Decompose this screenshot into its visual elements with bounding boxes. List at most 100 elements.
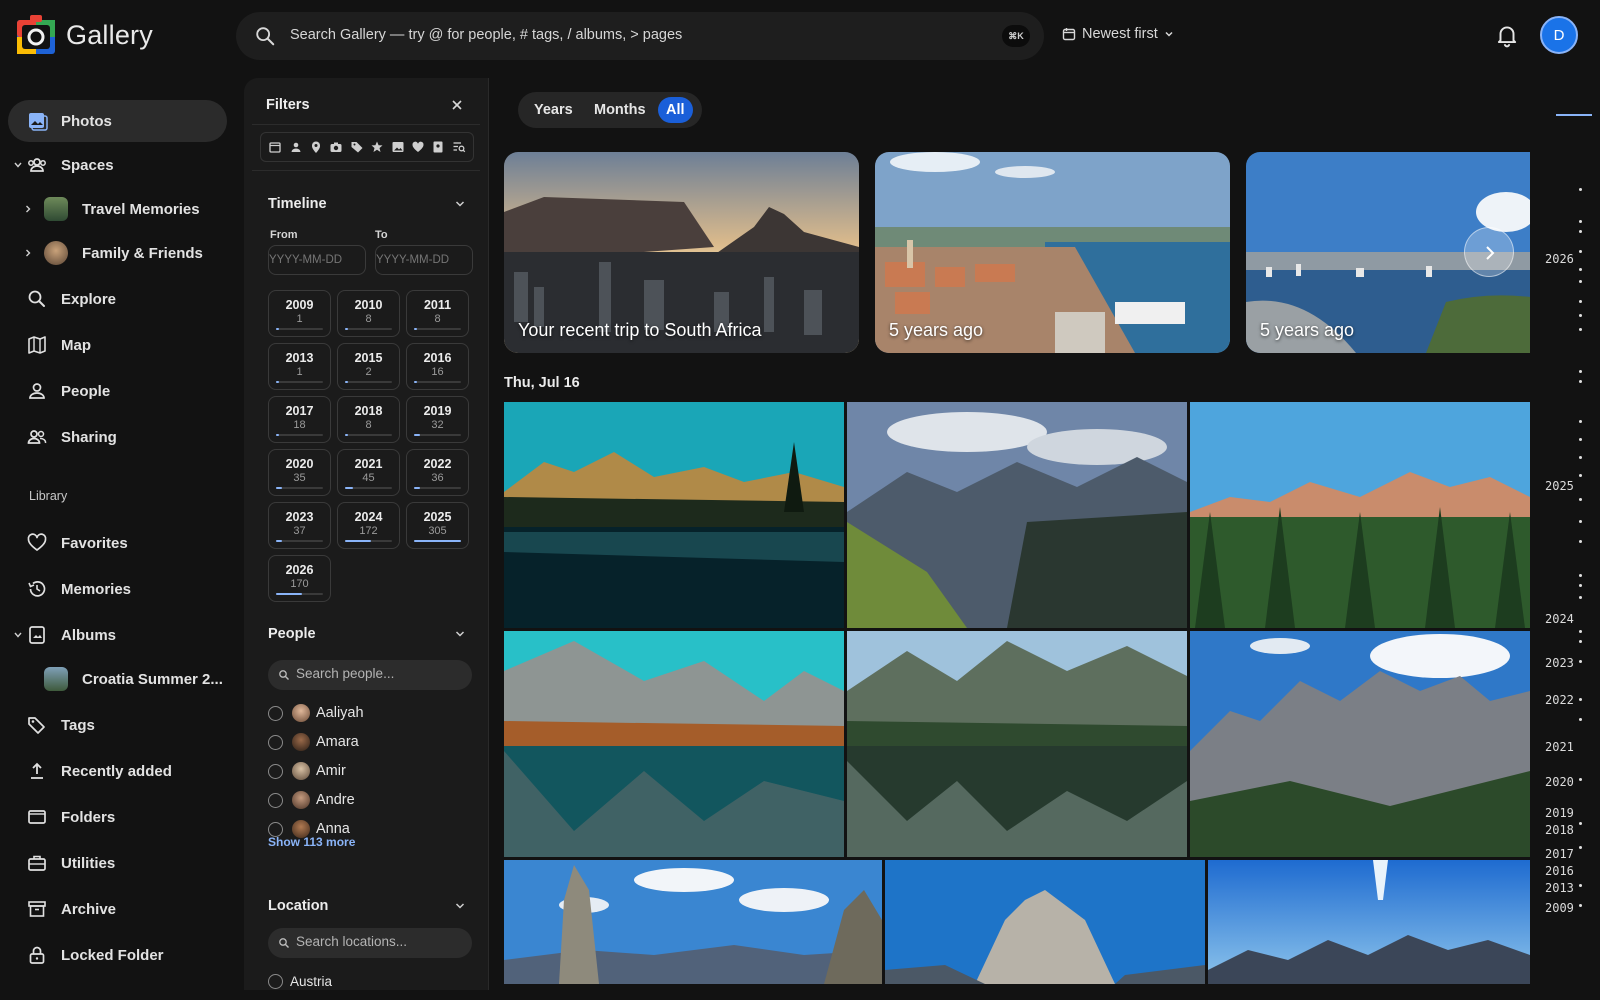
person-option-andre[interactable]: Andre <box>268 789 468 811</box>
search-placeholder[interactable]: Search Gallery — try @ for people, # tag… <box>290 27 682 43</box>
sidebar-item-map[interactable]: Map <box>8 324 227 366</box>
year-filter-2017[interactable]: 2017 18 <box>268 396 331 443</box>
people-search-input[interactable] <box>296 666 466 681</box>
people-search[interactable] <box>268 660 472 690</box>
scrubber-year-2009[interactable]: 2009 <box>1545 901 1574 915</box>
sidebar-item-croatia-album[interactable]: Croatia Summer 2... <box>8 658 227 700</box>
sidebar-item-people[interactable]: People <box>8 370 227 412</box>
sidebar-item-albums[interactable]: Albums <box>8 614 227 656</box>
scrubber-marker[interactable] <box>1579 778 1582 781</box>
scrubber-marker[interactable] <box>1579 584 1582 587</box>
scrubber-year-2021[interactable]: 2021 <box>1545 740 1574 754</box>
to-date-field[interactable] <box>375 245 473 275</box>
year-filter-2022[interactable]: 2022 36 <box>406 449 469 496</box>
chevron-down-icon[interactable] <box>454 628 466 640</box>
scrubber-year-2026[interactable]: 2026 <box>1545 252 1574 266</box>
scrubber-marker[interactable] <box>1579 640 1582 643</box>
location-section-title[interactable]: Location <box>268 898 328 914</box>
photo-thumbnail[interactable] <box>847 402 1187 628</box>
scrubber-marker[interactable] <box>1579 420 1582 423</box>
star-filter-icon[interactable] <box>370 140 384 154</box>
scrubber-year-2022[interactable]: 2022 <box>1545 693 1574 707</box>
radio-button[interactable] <box>268 706 283 721</box>
photo-thumbnail[interactable] <box>885 860 1205 984</box>
from-date-field[interactable] <box>268 245 366 275</box>
app-logo[interactable]: Gallery <box>14 12 153 58</box>
year-filter-2024[interactable]: 2024 172 <box>337 502 400 549</box>
person-option-amir[interactable]: Amir <box>268 760 468 782</box>
sidebar-item-family-friends[interactable]: Family & Friends <box>8 232 227 274</box>
year-filter-2023[interactable]: 2023 37 <box>268 502 331 549</box>
person-filter-icon[interactable] <box>289 140 303 154</box>
scrubber-year-2018[interactable]: 2018 <box>1545 823 1574 837</box>
scrubber-marker[interactable] <box>1579 884 1582 887</box>
sidebar-item-favorites[interactable]: Favorites <box>8 522 227 564</box>
year-filter-2010[interactable]: 2010 8 <box>337 290 400 337</box>
radio-button[interactable] <box>268 735 283 750</box>
sidebar-item-photos[interactable]: Photos <box>8 100 227 142</box>
year-filter-2013[interactable]: 2013 1 <box>268 343 331 390</box>
memories-next-button[interactable] <box>1464 227 1514 277</box>
scrubber-marker[interactable] <box>1579 328 1582 331</box>
photo-thumbnail[interactable] <box>504 402 844 628</box>
radio-button[interactable] <box>268 764 283 779</box>
album-filter-icon[interactable] <box>431 140 445 154</box>
scrubber-marker[interactable] <box>1579 230 1582 233</box>
photo-thumbnail[interactable] <box>1190 631 1530 857</box>
scrubber-year-2023[interactable]: 2023 <box>1545 656 1574 670</box>
year-filter-2018[interactable]: 2018 8 <box>337 396 400 443</box>
user-avatar[interactable]: D <box>1540 16 1578 54</box>
year-filter-2011[interactable]: 2011 8 <box>406 290 469 337</box>
sidebar-item-folders[interactable]: Folders <box>8 796 227 838</box>
tag-filter-icon[interactable] <box>350 140 364 154</box>
radio-button[interactable] <box>268 974 283 989</box>
chevron-down-icon[interactable] <box>454 900 466 912</box>
scrubber-year-2025[interactable]: 2025 <box>1545 479 1574 493</box>
memory-card-5-years-ago-1[interactable]: 5 years ago <box>875 152 1230 353</box>
scrubber-marker[interactable] <box>1579 314 1582 317</box>
year-filter-2015[interactable]: 2015 2 <box>337 343 400 390</box>
scrubber-marker[interactable] <box>1579 300 1582 303</box>
person-option-amara[interactable]: Amara <box>268 731 468 753</box>
sidebar-item-locked-folder[interactable]: Locked Folder <box>8 934 227 976</box>
image-filter-icon[interactable] <box>391 140 405 154</box>
scrubber-marker[interactable] <box>1579 540 1582 543</box>
scrubber-position-indicator[interactable] <box>1556 114 1592 116</box>
sidebar-item-recently-added[interactable]: Recently added <box>8 750 227 792</box>
scrubber-marker[interactable] <box>1579 498 1582 501</box>
year-filter-2009[interactable]: 2009 1 <box>268 290 331 337</box>
scrubber-marker[interactable] <box>1579 822 1582 825</box>
scrubber-marker[interactable] <box>1579 456 1582 459</box>
scrubber-marker[interactable] <box>1579 268 1582 271</box>
photo-thumbnail[interactable] <box>847 631 1187 857</box>
sort-dropdown[interactable]: Newest first <box>1062 26 1174 42</box>
scrubber-year-2013[interactable]: 2013 <box>1545 881 1574 895</box>
year-filter-2016[interactable]: 2016 16 <box>406 343 469 390</box>
notifications-bell-icon[interactable] <box>1494 22 1520 48</box>
scrubber-marker[interactable] <box>1579 904 1582 907</box>
scrubber-marker[interactable] <box>1579 596 1582 599</box>
camera-filter-icon[interactable] <box>329 140 343 154</box>
photo-thumbnail[interactable] <box>504 860 882 984</box>
location-option-austria[interactable]: Austria <box>268 974 468 990</box>
timeline-section-title[interactable]: Timeline <box>268 196 327 212</box>
sidebar-item-travel-memories[interactable]: Travel Memories <box>8 188 227 230</box>
scrubber-year-2019[interactable]: 2019 <box>1545 806 1574 820</box>
photo-thumbnail[interactable] <box>1208 860 1530 984</box>
view-months-button[interactable]: Months <box>586 97 654 123</box>
year-filter-2020[interactable]: 2020 35 <box>268 449 331 496</box>
year-filter-2019[interactable]: 2019 32 <box>406 396 469 443</box>
scrubber-marker[interactable] <box>1579 438 1582 441</box>
year-filter-2021[interactable]: 2021 45 <box>337 449 400 496</box>
scrubber-marker[interactable] <box>1579 520 1582 523</box>
scrubber-marker[interactable] <box>1579 718 1582 721</box>
scrubber-marker[interactable] <box>1579 380 1582 383</box>
scrubber-marker[interactable] <box>1579 280 1582 283</box>
sidebar-item-archive[interactable]: Archive <box>8 888 227 930</box>
calendar-filter-icon[interactable] <box>268 140 282 154</box>
search-filter-icon[interactable] <box>452 140 466 154</box>
sidebar-item-sharing[interactable]: Sharing <box>8 416 227 458</box>
photo-thumbnail[interactable] <box>1190 402 1530 628</box>
show-more-people-link[interactable]: Show 113 more <box>268 835 355 849</box>
scrubber-marker[interactable] <box>1579 574 1582 577</box>
